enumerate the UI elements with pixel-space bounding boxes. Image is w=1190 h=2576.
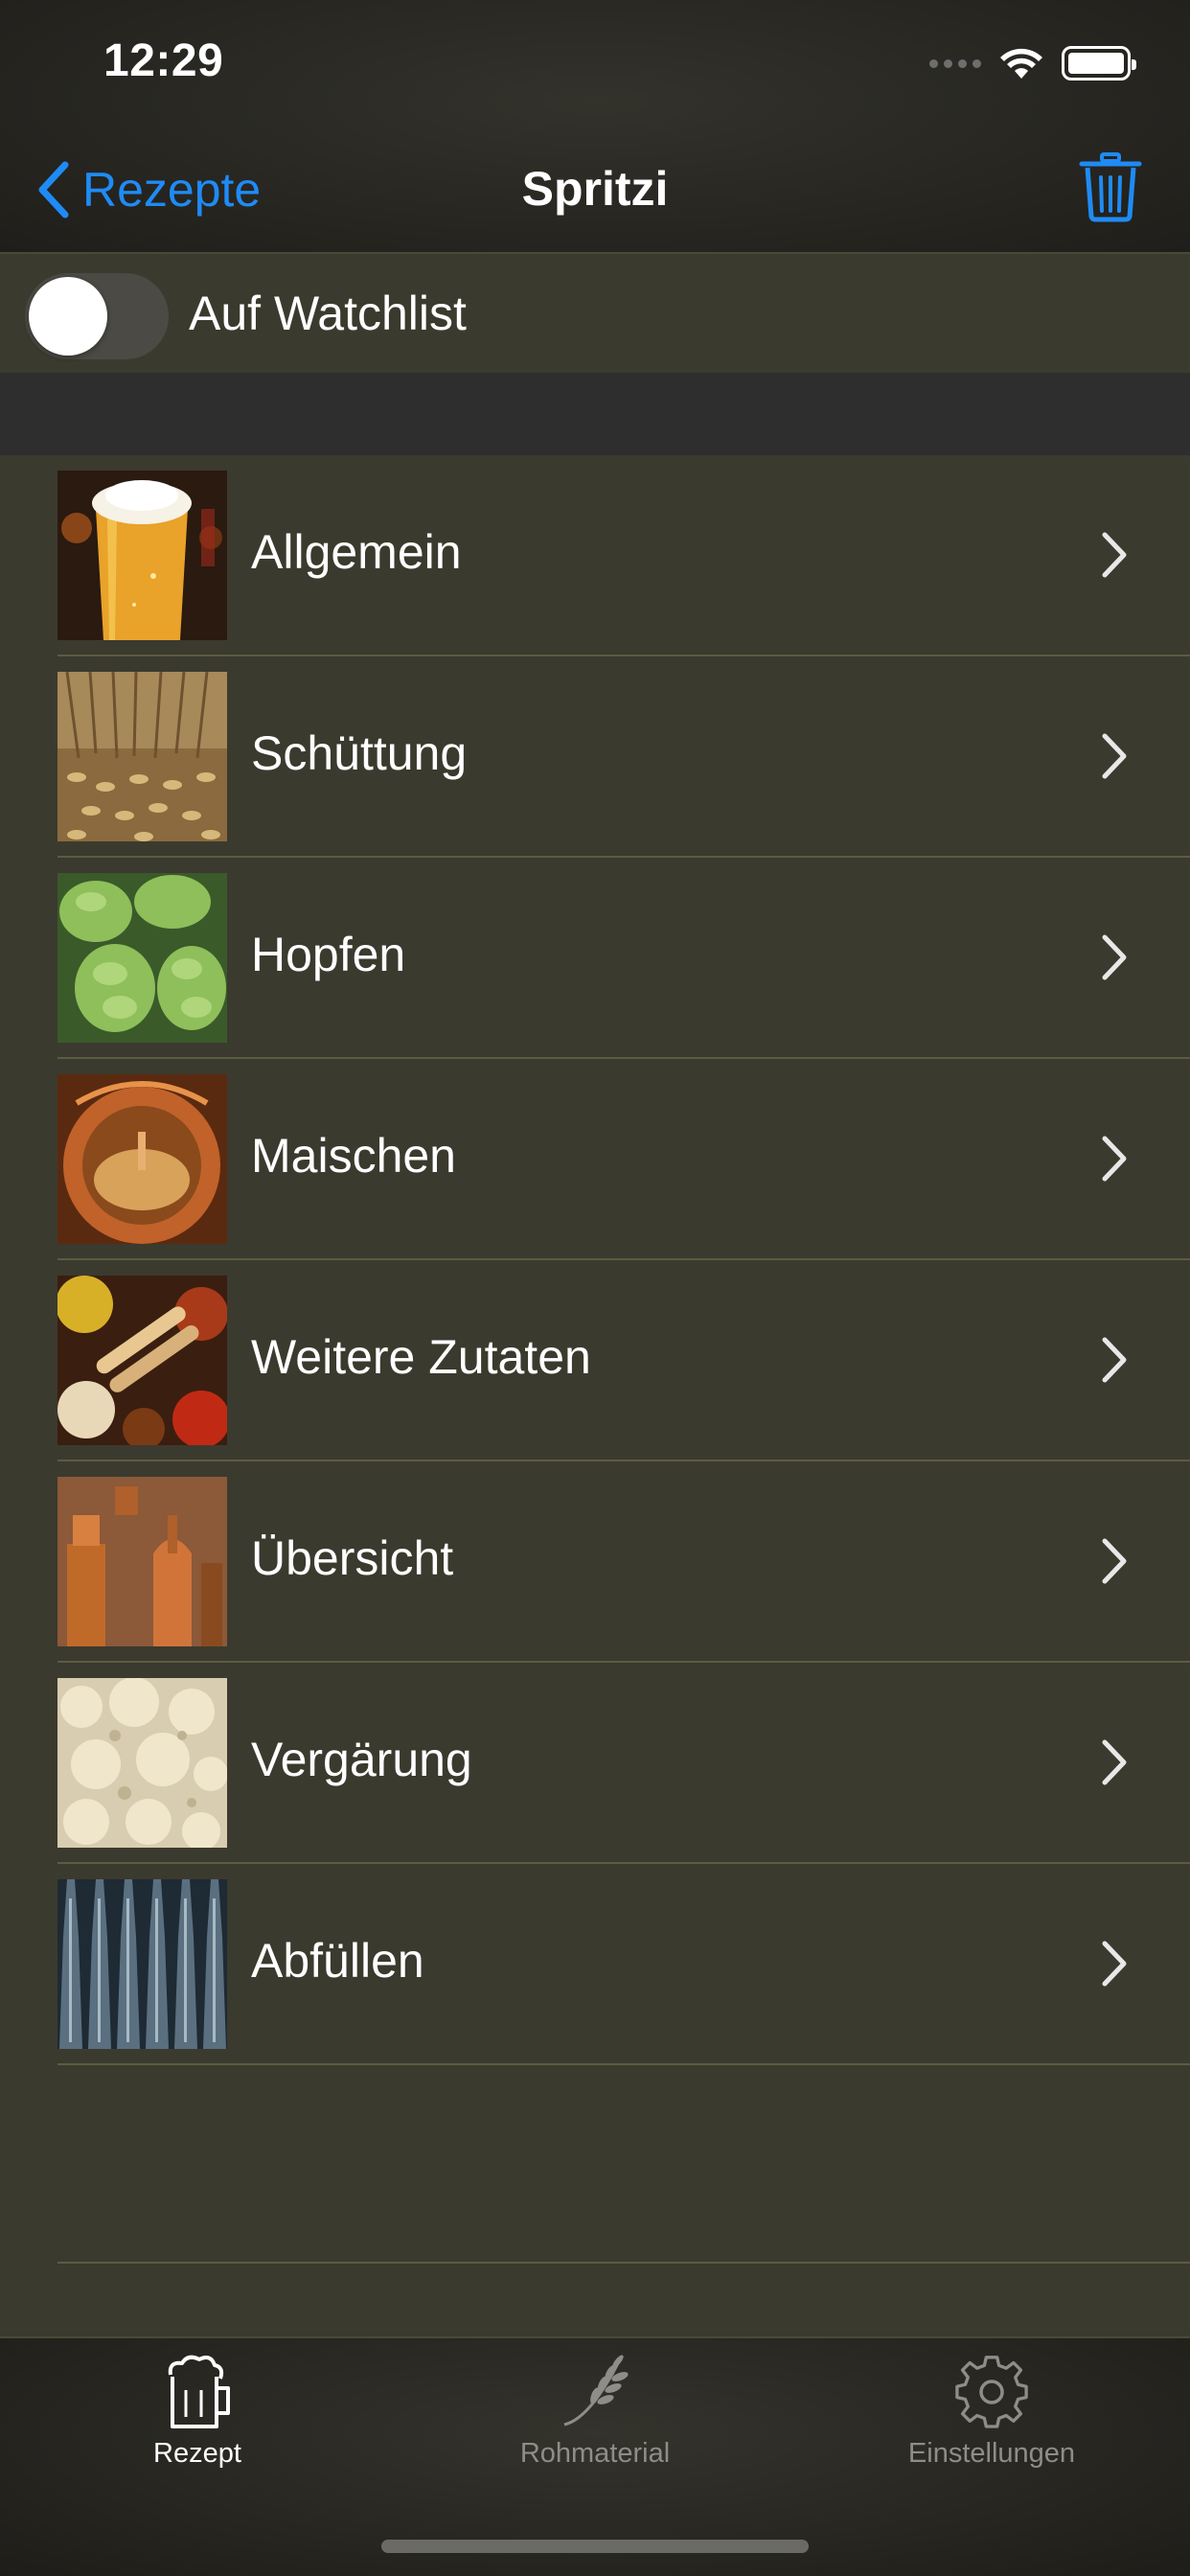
tab-rezept[interactable]: Rezept [54, 2352, 341, 2486]
list-bottom-separator [57, 2262, 1190, 2264]
toggle-knob [29, 277, 107, 356]
wifi-icon [1000, 48, 1042, 79]
watchlist-row: Auf Watchlist [0, 254, 1190, 373]
list-item-label: Weitere Zutaten [251, 1330, 591, 1384]
trash-icon[interactable] [1079, 151, 1142, 222]
watchlist-label: Auf Watchlist [189, 287, 467, 340]
grain-thumbnail [57, 672, 227, 841]
chevron-right-icon [1102, 532, 1127, 578]
list-item-abfuellen[interactable]: Abfüllen [0, 1864, 1190, 2065]
list-item-schuettung[interactable]: Schüttung [0, 656, 1190, 858]
section-list: Allgemein Schüttung Hopfen Maischen Weit… [0, 455, 1190, 2336]
list-item-label: Maischen [251, 1129, 456, 1183]
list-item-weitere-zutaten[interactable]: Weitere Zutaten [0, 1260, 1190, 1461]
hops-thumbnail [57, 873, 227, 1043]
list-item-allgemein[interactable]: Allgemein [0, 455, 1190, 656]
tab-rohmaterial[interactable]: Rohmaterial [451, 2352, 739, 2486]
tab-label: Rezept [153, 2438, 241, 2469]
chevron-right-icon [1102, 733, 1127, 779]
battery-icon [1062, 46, 1136, 80]
row-separator [57, 2063, 1190, 2065]
list-item-label: Vergärung [251, 1733, 472, 1786]
beer-mug-icon [168, 2355, 230, 2428]
spices-thumbnail [57, 1276, 227, 1445]
brewery-equipment-thumbnail [57, 1477, 227, 1646]
home-indicator [381, 2540, 809, 2553]
status-time: 12:29 [103, 35, 224, 86]
list-item-label: Hopfen [251, 928, 406, 981]
wheat-icon [563, 2355, 629, 2426]
tab-label: Rohmaterial [519, 2438, 671, 2469]
list-item-hopfen[interactable]: Hopfen [0, 858, 1190, 1059]
cellular-signal-icon [929, 58, 981, 68]
mash-kettle-thumbnail [57, 1074, 227, 1244]
chevron-right-icon [1102, 1538, 1127, 1584]
status-icons [929, 42, 1136, 84]
watchlist-toggle[interactable] [25, 273, 169, 359]
top-bar: 12:29 Rezepte Spritzi [0, 0, 1190, 254]
tab-bar: Rezept Rohmaterial Einstellungen [0, 2336, 1190, 2576]
tab-label: Einstellungen [907, 2438, 1076, 2469]
fermentation-foam-thumbnail [57, 1678, 227, 1848]
gear-icon [955, 2356, 1028, 2428]
beer-glass-thumbnail [57, 471, 227, 640]
chevron-right-icon [1102, 1941, 1127, 1987]
page-title: Spritzi [521, 162, 669, 216]
list-item-label: Abfüllen [251, 1934, 424, 1988]
list-item-maischen[interactable]: Maischen [0, 1059, 1190, 1260]
list-item-label: Übersicht [251, 1531, 454, 1585]
section-spacer [0, 373, 1190, 455]
list-item-label: Allgemein [251, 525, 462, 579]
chevron-right-icon [1102, 1136, 1127, 1182]
chevron-right-icon [1102, 934, 1127, 980]
tab-einstellungen[interactable]: Einstellungen [848, 2352, 1135, 2486]
list-item-uebersicht[interactable]: Übersicht [0, 1461, 1190, 1663]
bottles-thumbnail [57, 1879, 227, 2049]
list-item-label: Schüttung [251, 726, 468, 780]
list-item-vergaerung[interactable]: Vergärung [0, 1663, 1190, 1864]
chevron-right-icon [1102, 1337, 1127, 1383]
chevron-right-icon [1102, 1739, 1127, 1785]
